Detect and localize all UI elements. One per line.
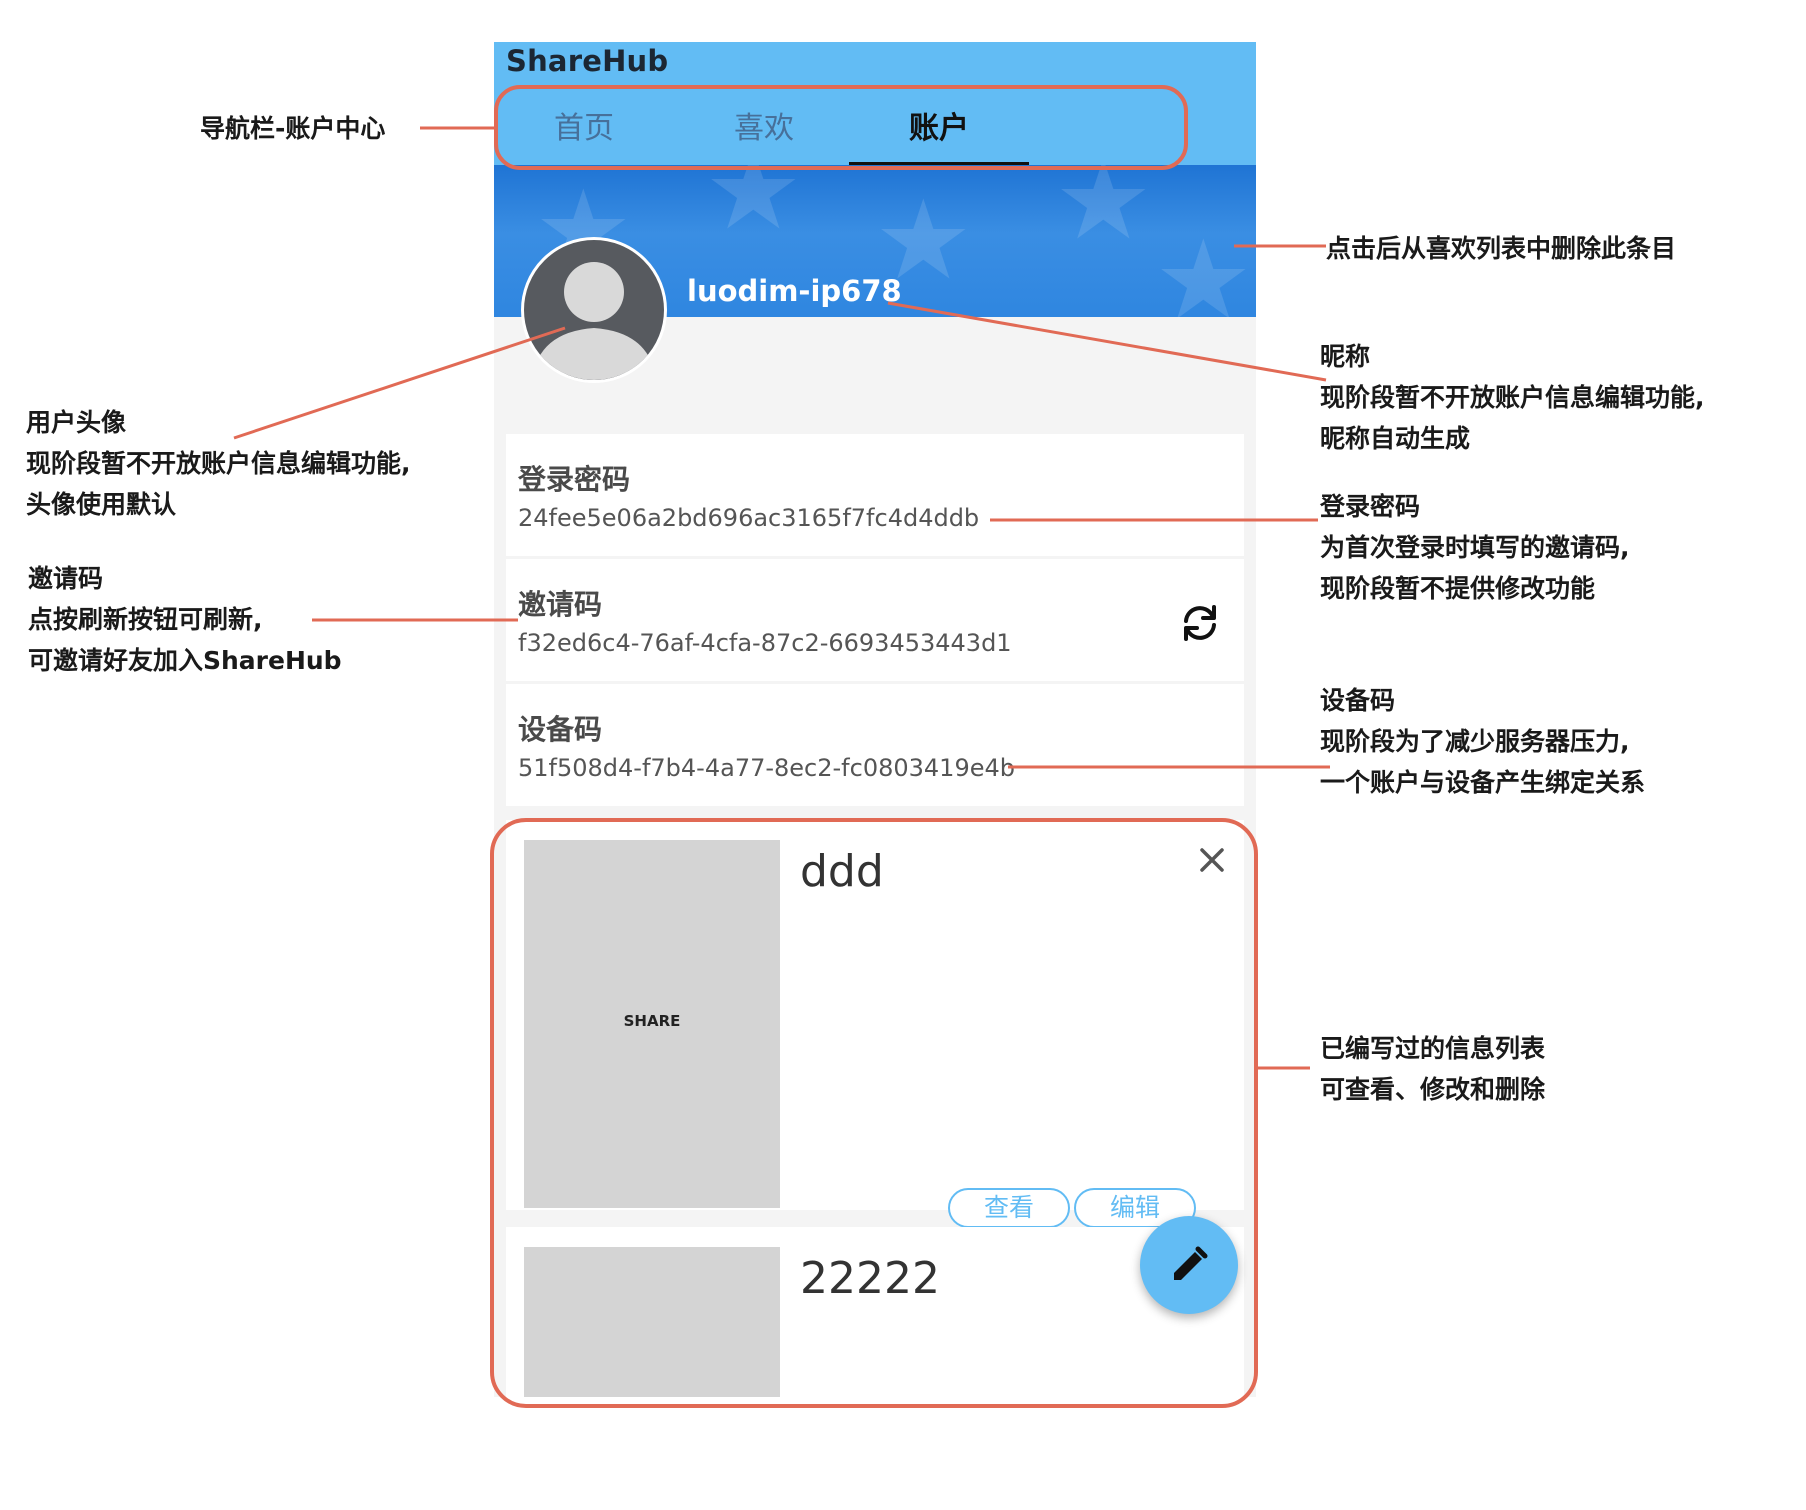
annotation-list: 已编写过的信息列表 可查看、修改和删除 <box>1320 1034 1546 1104</box>
annotation-avatar: 用户头像 现阶段暂不开放账户信息编辑功能, 头像使用默认 <box>26 408 411 519</box>
annotation-password: 登录密码 为首次登录时填写的邀请码, 现阶段暂不提供修改功能 <box>1320 492 1630 603</box>
annotation-nickname: 昵称 现阶段暂不开放账户信息编辑功能, 昵称自动生成 <box>1320 342 1705 453</box>
annotation-delete: 点击后从喜欢列表中删除此条目 <box>1326 234 1677 263</box>
annotation-invite: 邀请码 点按刷新按钮可刷新, 可邀请好友加入ShareHub <box>28 564 342 675</box>
annotation-nav: 导航栏-账户中心 <box>200 114 386 143</box>
annotation-device: 设备码 现阶段为了减少服务器压力, 一个账户与设备产生绑定关系 <box>1320 686 1646 797</box>
